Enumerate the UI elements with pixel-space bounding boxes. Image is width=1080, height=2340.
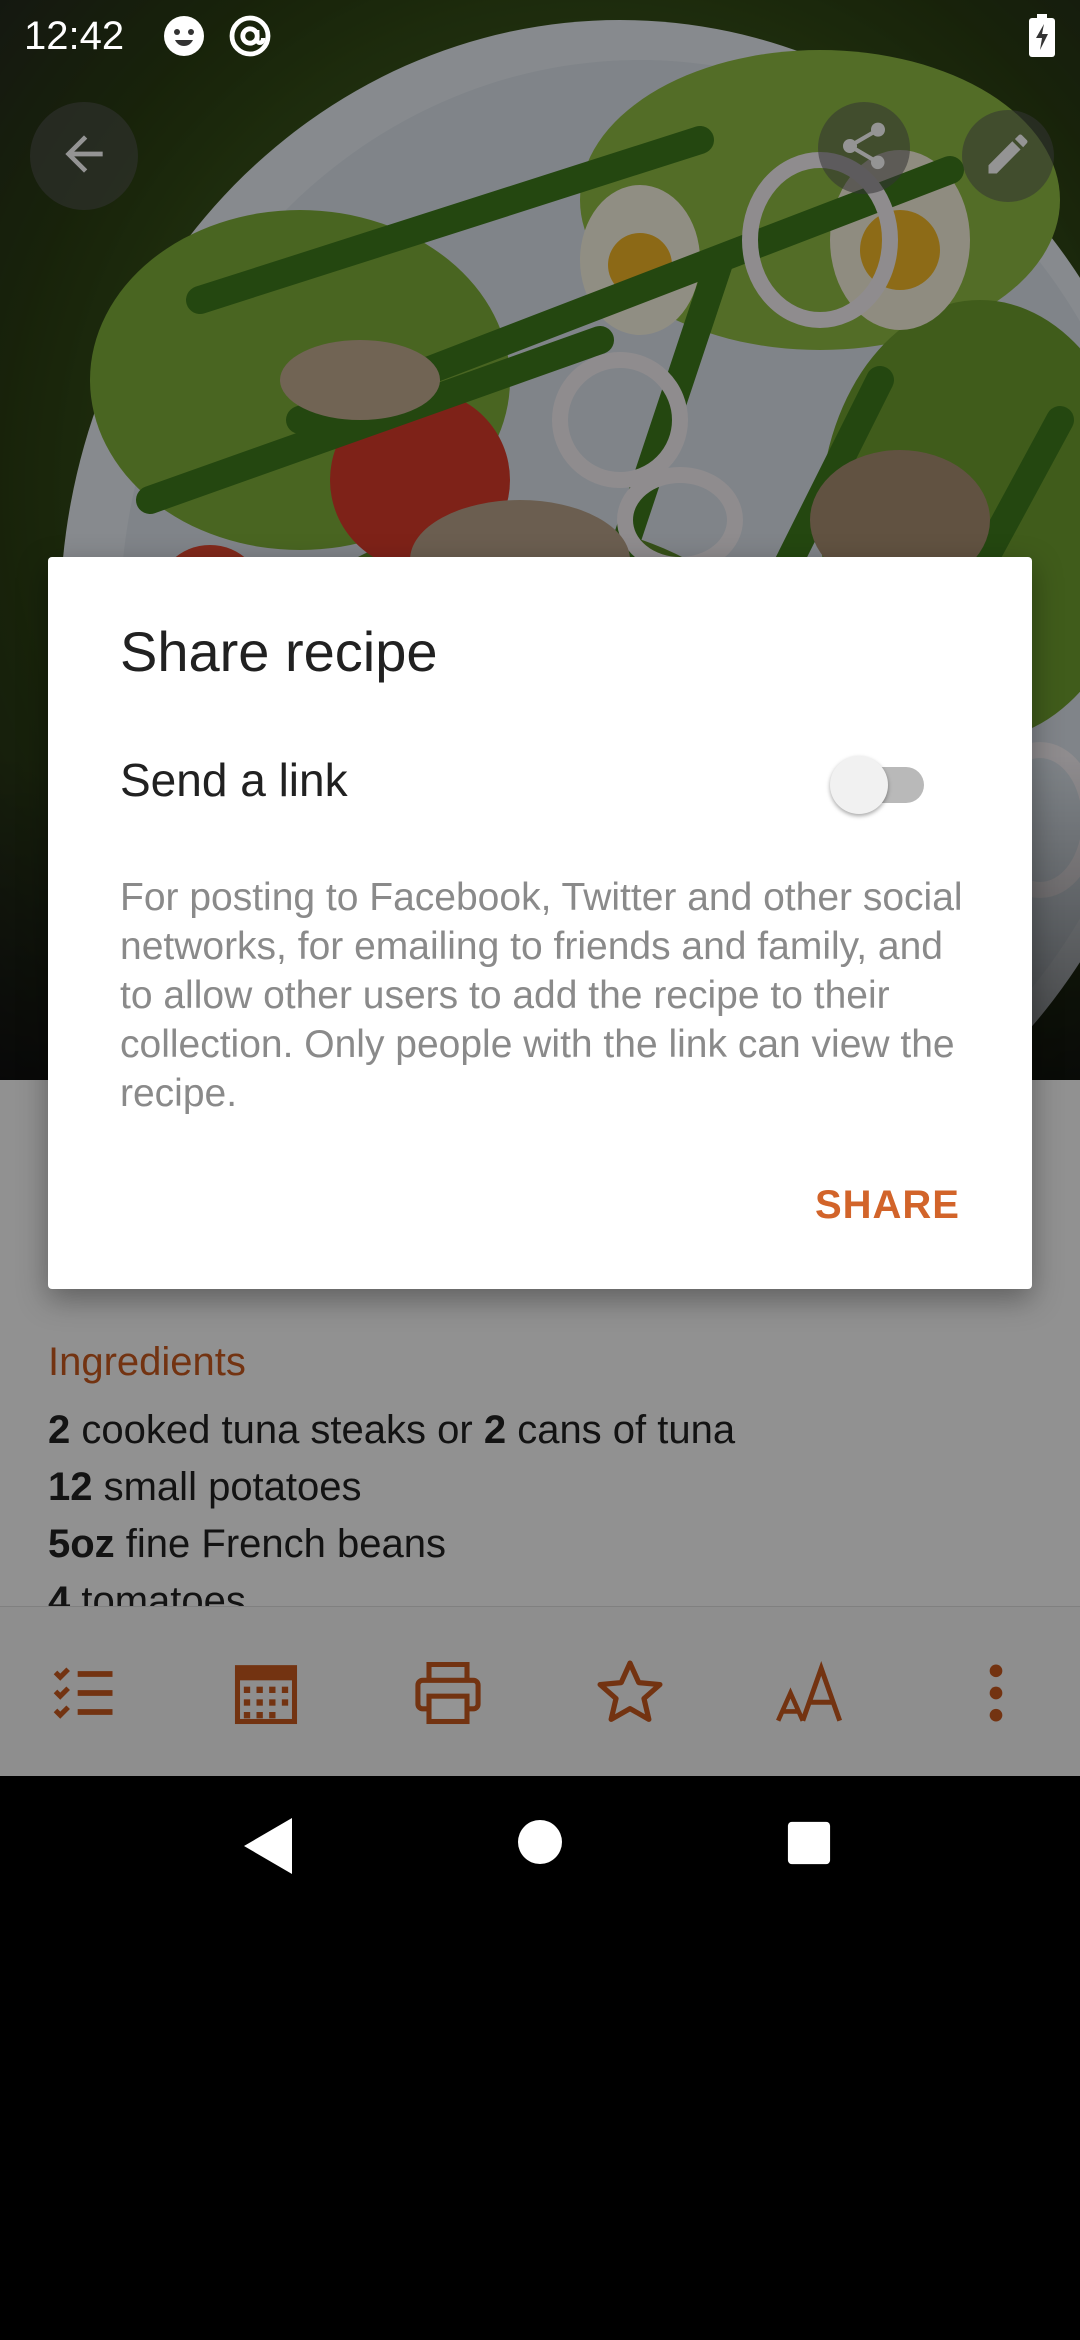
send-link-label: Send a link	[120, 754, 348, 806]
battery-charging-icon	[1028, 14, 1056, 63]
switch-thumb	[830, 756, 888, 814]
nav-back-icon[interactable]	[240, 1816, 296, 1881]
send-link-switch[interactable]	[830, 753, 930, 817]
status-bar: 12:42	[0, 0, 1080, 72]
at-sign-icon	[226, 12, 274, 65]
recipe-screen: Ingredients 2 cooked tuna steaks or 2 ca…	[0, 0, 1080, 1776]
share-button-dialog[interactable]: SHARE	[815, 1183, 960, 1228]
nav-recents-icon[interactable]	[786, 1820, 832, 1871]
status-time: 12:42	[24, 14, 125, 58]
dialog-description: For posting to Facebook, Twitter and oth…	[120, 876, 963, 1115]
share-recipe-dialog: Share recipe Send a link For posting to …	[48, 557, 1032, 1289]
navigation-bar	[0, 1776, 1080, 1916]
smiley-icon	[160, 12, 208, 65]
nav-home-icon[interactable]	[516, 1818, 564, 1871]
dialog-title: Share recipe	[120, 620, 438, 683]
